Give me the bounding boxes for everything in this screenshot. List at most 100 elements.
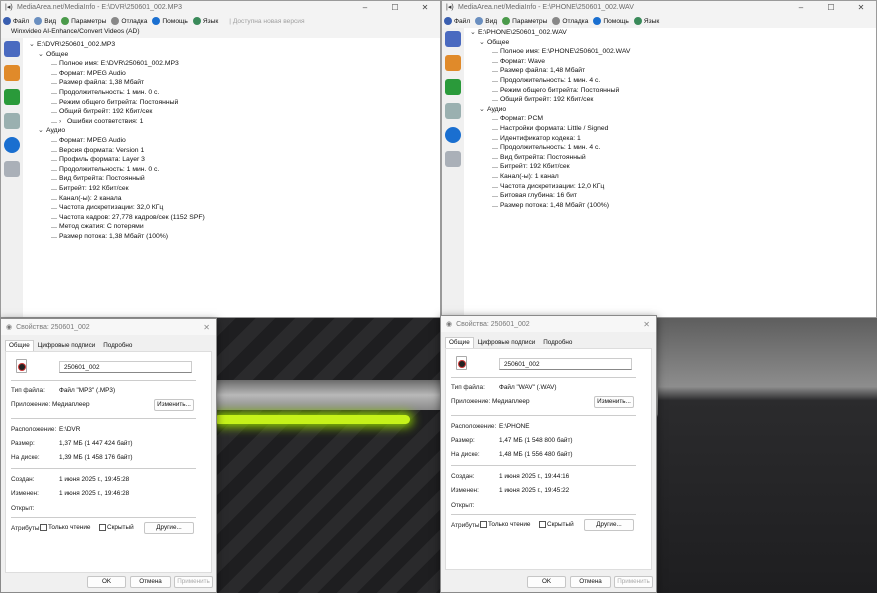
tab-general[interactable]: Общие bbox=[445, 337, 474, 348]
tree-item[interactable]: Размер потока: 1,38 Мбайт (100%) bbox=[25, 232, 205, 242]
tree-item[interactable]: Битовая глубина: 16 бит bbox=[466, 191, 630, 201]
open-file-icon[interactable] bbox=[445, 31, 461, 47]
menu-file[interactable]: Файл bbox=[3, 17, 29, 25]
menu-file[interactable]: Файл bbox=[444, 17, 470, 25]
close-button[interactable]: ✕ bbox=[846, 3, 876, 12]
tree-item[interactable]: Размер потока: 1,48 Мбайт (100%) bbox=[466, 201, 630, 211]
expand-chevron-icon[interactable]: ⌄ bbox=[38, 126, 46, 136]
checkbox-box[interactable] bbox=[99, 524, 106, 531]
view-tree-icon[interactable] bbox=[4, 113, 20, 129]
tree-node[interactable]: ⌄ E:\DVR\250601_002.MP3 bbox=[25, 40, 205, 50]
tree-item[interactable]: Частота кадров: 27,778 кадров/сек (1152 … bbox=[25, 213, 205, 223]
about-icon[interactable] bbox=[4, 137, 20, 153]
ok-button[interactable]: OK bbox=[87, 576, 126, 588]
tree-item[interactable]: Формат: MPEG Audio bbox=[25, 69, 205, 79]
tree-item[interactable]: Общий битрейт: 192 Кбит/сек bbox=[25, 107, 205, 117]
tree-item[interactable]: Общий битрейт: 192 Кбит/сек bbox=[466, 95, 630, 105]
change-app-button[interactable]: Изменить... bbox=[154, 399, 194, 411]
menu-view[interactable]: Вид bbox=[475, 17, 497, 25]
about-icon[interactable] bbox=[445, 127, 461, 143]
export-icon[interactable] bbox=[445, 79, 461, 95]
menu-language[interactable]: Язык bbox=[633, 17, 659, 25]
tree-node[interactable]: ⌄ E:\PHONE\250601_002.WAV bbox=[466, 28, 630, 38]
tree-item[interactable]: Вид битрейта: Постоянный bbox=[466, 153, 630, 163]
menu-help[interactable]: Помощь bbox=[152, 17, 188, 25]
advanced-attributes-button[interactable]: Другие... bbox=[584, 519, 634, 531]
checkbox-box[interactable] bbox=[40, 524, 47, 531]
tree-item[interactable]: Размер файла: 1,48 Мбайт bbox=[466, 66, 630, 76]
ok-button[interactable]: OK bbox=[527, 576, 566, 588]
tree-item[interactable]: Частота дискретизации: 32,0 КГц bbox=[25, 203, 205, 213]
open-folder-icon[interactable] bbox=[445, 55, 461, 71]
minimize-button[interactable]: – bbox=[786, 3, 816, 12]
expand-chevron-icon[interactable]: ⌄ bbox=[470, 28, 478, 38]
expand-chevron-icon[interactable]: ⌄ bbox=[479, 105, 487, 115]
tree-item[interactable]: Размер файла: 1,38 Мбайт bbox=[25, 78, 205, 88]
menu-help[interactable]: Помощь bbox=[593, 17, 629, 25]
settings-icon[interactable] bbox=[445, 151, 461, 167]
cancel-button[interactable]: Отмена bbox=[130, 576, 171, 588]
tree-item[interactable]: Продолжительность: 1 мин. 4 с. bbox=[466, 143, 630, 153]
hidden-checkbox[interactable]: Скрытый bbox=[539, 521, 574, 528]
tree-item[interactable]: Версия формата: Version 1 bbox=[25, 146, 205, 156]
tree-item[interactable]: Канал(-ы): 1 канал bbox=[466, 172, 630, 182]
tab-general[interactable]: Общие bbox=[5, 340, 34, 351]
minimize-button[interactable]: – bbox=[350, 3, 380, 12]
tree-item[interactable]: Частота дискретизации: 12,0 КГц bbox=[466, 182, 630, 192]
tree-node[interactable]: ⌄ Аудио bbox=[466, 105, 630, 115]
file-name-input[interactable]: 250601_002 bbox=[59, 361, 192, 373]
tree-item[interactable]: Битрейт: 192 Кбит/сек bbox=[466, 162, 630, 172]
tab-details[interactable]: Подробно bbox=[99, 340, 136, 351]
tab-digital-signatures[interactable]: Цифровые подписи bbox=[34, 340, 100, 351]
ad-banner[interactable]: Winxvideo AI-Enhance/Convert Videos (AD) bbox=[1, 28, 440, 38]
tab-details[interactable]: Подробно bbox=[539, 337, 576, 348]
open-folder-icon[interactable] bbox=[4, 65, 20, 81]
tree-node[interactable]: ⌄ Общее bbox=[25, 50, 205, 60]
tree-item[interactable]: Полное имя: E:\DVR\250601_002.MP3 bbox=[25, 59, 205, 69]
tree-item[interactable]: Формат: PCM bbox=[466, 114, 630, 124]
tree-node[interactable]: ⌄ Общее bbox=[466, 38, 630, 48]
expand-chevron-icon[interactable]: ⌄ bbox=[29, 40, 37, 50]
advanced-attributes-button[interactable]: Другие... bbox=[144, 522, 194, 534]
tree-item[interactable]: Канал(-ы): 2 канала bbox=[25, 194, 205, 204]
tree-item[interactable]: Продолжительность: 1 мин. 0 с. bbox=[25, 88, 205, 98]
menu-debug[interactable]: Отладка bbox=[552, 17, 588, 25]
menu-options[interactable]: Параметры bbox=[61, 17, 106, 25]
checkbox-box[interactable] bbox=[539, 521, 546, 528]
view-tree-icon[interactable] bbox=[445, 103, 461, 119]
settings-icon[interactable] bbox=[4, 161, 20, 177]
close-button[interactable]: ✕ bbox=[410, 3, 440, 12]
tree-item[interactable]: Полное имя: E:\PHONE\250601_002.WAV bbox=[466, 47, 630, 57]
maximize-button[interactable]: ☐ bbox=[816, 3, 846, 12]
export-icon[interactable] bbox=[4, 89, 20, 105]
tree-item[interactable]: Продолжительность: 1 мин. 0 с. bbox=[25, 165, 205, 175]
maximize-button[interactable]: ☐ bbox=[380, 3, 410, 12]
tree-item[interactable]: Идентификатор кодека: 1 bbox=[466, 134, 630, 144]
checkbox-box[interactable] bbox=[480, 521, 487, 528]
tree-item[interactable]: Продолжительность: 1 мин. 4 с. bbox=[466, 76, 630, 86]
change-app-button[interactable]: Изменить... bbox=[594, 396, 634, 408]
expand-chevron-icon[interactable]: › bbox=[59, 117, 67, 127]
tree-item[interactable]: Настройки формата: Little / Signed bbox=[466, 124, 630, 134]
tree-item[interactable]: › Ошибки соответствия: 1 bbox=[25, 117, 205, 127]
tree-item[interactable]: Формат: MPEG Audio bbox=[25, 136, 205, 146]
menu-options[interactable]: Параметры bbox=[502, 17, 547, 25]
tree-item[interactable]: Вид битрейта: Постоянный bbox=[25, 174, 205, 184]
cancel-button[interactable]: Отмена bbox=[570, 576, 611, 588]
tab-digital-signatures[interactable]: Цифровые подписи bbox=[474, 337, 540, 348]
file-name-input[interactable]: 250601_002 bbox=[499, 358, 632, 370]
tree-item[interactable]: Метод сжатия: С потерями bbox=[25, 222, 205, 232]
close-icon[interactable]: ✕ bbox=[643, 320, 650, 329]
apply-button[interactable]: Применить bbox=[614, 576, 653, 588]
readonly-checkbox[interactable]: Только чтение bbox=[40, 524, 90, 531]
update-available-link[interactable]: | Доступна новая версия bbox=[229, 18, 304, 25]
readonly-checkbox[interactable]: Только чтение bbox=[480, 521, 530, 528]
tree-item[interactable]: Режим общего битрейта: Постоянный bbox=[466, 86, 630, 96]
expand-chevron-icon[interactable]: ⌄ bbox=[38, 50, 46, 60]
menu-view[interactable]: Вид bbox=[34, 17, 56, 25]
tree-item[interactable]: Режим общего битрейта: Постоянный bbox=[25, 98, 205, 108]
tree-item[interactable]: Профиль формата: Layer 3 bbox=[25, 155, 205, 165]
open-file-icon[interactable] bbox=[4, 41, 20, 57]
close-icon[interactable]: ✕ bbox=[203, 323, 210, 332]
menu-language[interactable]: Язык bbox=[192, 17, 218, 25]
